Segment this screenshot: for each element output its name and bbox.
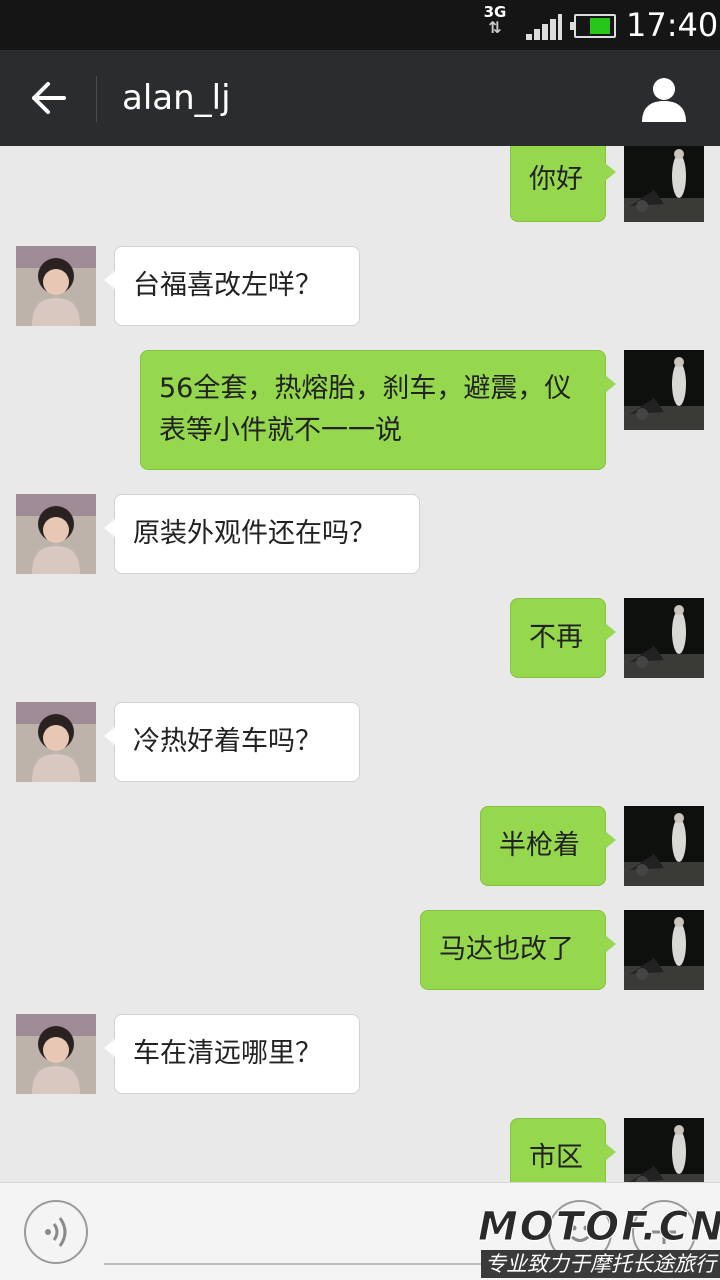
voice-icon	[45, 1217, 67, 1247]
my-avatar[interactable]	[624, 1118, 704, 1182]
my-avatar[interactable]	[624, 598, 704, 678]
outgoing-message-bubble[interactable]: 56全套，热熔胎，刹车，避震，仪表等小件就不一一说	[140, 350, 616, 470]
outgoing-message-bubble[interactable]: 市区	[510, 1118, 616, 1182]
outgoing-message-bubble[interactable]: 你好	[510, 146, 616, 222]
watermark-tagline: 专业致力于摩托长途旅行	[481, 1250, 720, 1278]
person-icon	[642, 78, 686, 122]
incoming-message-bubble[interactable]: 车在清远哪里？	[104, 1014, 360, 1094]
contact-avatar[interactable]	[16, 702, 96, 782]
status-bar: 3G ⇅ 17:40	[0, 0, 720, 50]
outgoing-message-bubble[interactable]: 不再	[510, 598, 616, 678]
contact-avatar[interactable]	[16, 494, 96, 574]
incoming-message-bubble[interactable]: 原装外观件还在吗？	[104, 494, 420, 574]
header-divider	[96, 76, 97, 122]
my-avatar[interactable]	[624, 146, 704, 222]
message-text: 半枪着	[499, 830, 580, 861]
contact-avatar[interactable]	[16, 246, 96, 326]
incoming-message-bubble[interactable]: 台福喜改左咩？	[104, 246, 360, 326]
message-text: 不再	[529, 622, 583, 653]
signal-strength-icon	[526, 14, 562, 40]
back-button[interactable]	[20, 74, 76, 122]
chat-header: alan_lj	[0, 50, 720, 146]
back-arrow-icon	[32, 82, 66, 114]
message-input[interactable]	[104, 1203, 534, 1265]
message-text: 车在清远哪里？	[133, 1038, 322, 1069]
message-text: 马达也改了	[439, 934, 574, 965]
battery-icon	[570, 14, 616, 38]
message-text: 你好	[529, 164, 583, 195]
voice-input-button[interactable]	[24, 1200, 88, 1264]
chat-title: alan_lj	[122, 78, 231, 118]
my-avatar[interactable]	[624, 910, 704, 990]
my-avatar[interactable]	[624, 806, 704, 886]
message-text: 台福喜改左咩？	[133, 270, 322, 301]
message-text: 56全套，热熔胎，刹车，避震，仪表等小件就不一一说	[159, 373, 572, 446]
incoming-message-bubble[interactable]: 冷热好着车吗？	[104, 702, 360, 782]
outgoing-message-bubble[interactable]: 马达也改了	[420, 910, 616, 990]
data-arrows-icon: ⇅	[488, 18, 502, 37]
site-watermark: MOTOF.CN 专业致力于摩托长途旅行	[478, 1206, 720, 1280]
message-text: 市区	[529, 1142, 583, 1173]
contact-avatar[interactable]	[16, 1014, 96, 1094]
message-text: 原装外观件还在吗？	[133, 518, 376, 549]
contact-profile-button[interactable]	[636, 74, 692, 124]
status-clock: 17:40	[626, 6, 719, 44]
message-text: 冷热好着车吗？	[133, 726, 322, 757]
network-indicator: 3G ⇅	[480, 4, 510, 44]
outgoing-message-bubble[interactable]: 半枪着	[480, 806, 616, 886]
my-avatar[interactable]	[624, 350, 704, 430]
watermark-logo: MOTOF.CN	[478, 1204, 720, 1250]
message-list[interactable]: 你好 台福喜改左咩？ 56全套，热熔胎，刹车，避震，仪表等小件就不一一说 原装外…	[0, 146, 720, 1182]
